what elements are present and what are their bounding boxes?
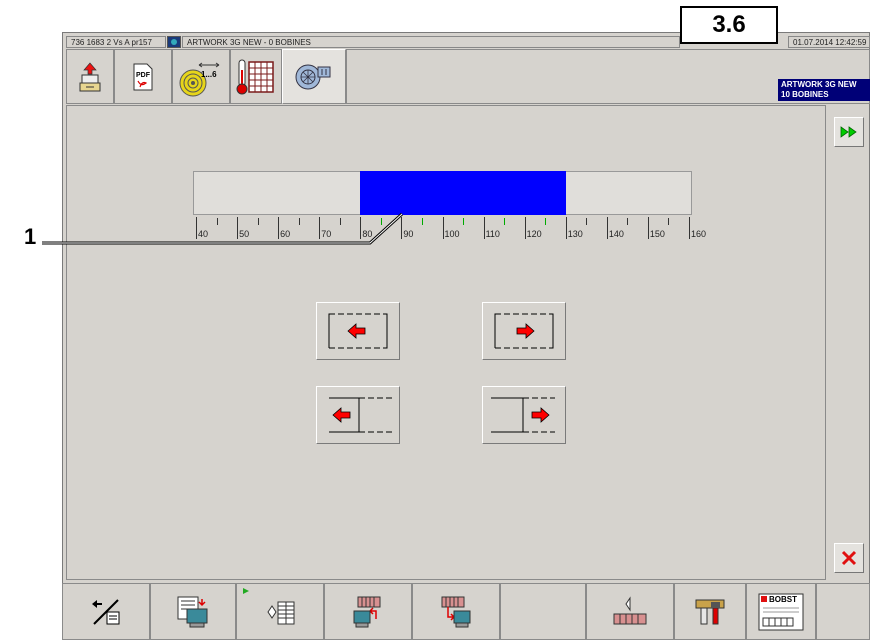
level-icon — [613, 595, 647, 624]
shift-left-button[interactable] — [316, 302, 400, 360]
monitor-list-button[interactable] — [150, 583, 236, 640]
swap-print-icon — [92, 598, 120, 625]
swap-print-button[interactable] — [62, 583, 150, 640]
diamond-table-icon — [267, 601, 295, 624]
monitor-upload-button[interactable] — [324, 583, 412, 640]
callout-line — [42, 212, 404, 245]
arrow-left-edge-icon — [329, 397, 393, 433]
shift-right-button[interactable] — [482, 302, 566, 360]
diamond-table-button[interactable] — [236, 583, 324, 640]
contract-left-button[interactable] — [316, 386, 400, 444]
bobst-logo-text: BOBST — [769, 595, 797, 604]
bobst-button[interactable]: BOBST — [746, 583, 816, 640]
monitor-list-icon — [177, 596, 208, 627]
arrow-left-icon — [328, 313, 388, 349]
empty-slot — [500, 583, 586, 640]
bobst-logo-icon: BOBST — [758, 593, 804, 630]
active-marker-icon — [243, 588, 249, 594]
arrow-right-icon — [494, 313, 554, 349]
empty-slot-end — [816, 583, 870, 640]
tools-icon — [695, 599, 725, 624]
tools-button[interactable] — [674, 583, 746, 640]
monitor-download-button[interactable] — [412, 583, 500, 640]
level-button[interactable] — [586, 583, 674, 640]
expand-right-button[interactable] — [482, 386, 566, 444]
monitor-download-icon — [441, 596, 471, 627]
monitor-upload-icon — [353, 596, 381, 627]
arrow-right-edge-icon — [491, 397, 555, 433]
